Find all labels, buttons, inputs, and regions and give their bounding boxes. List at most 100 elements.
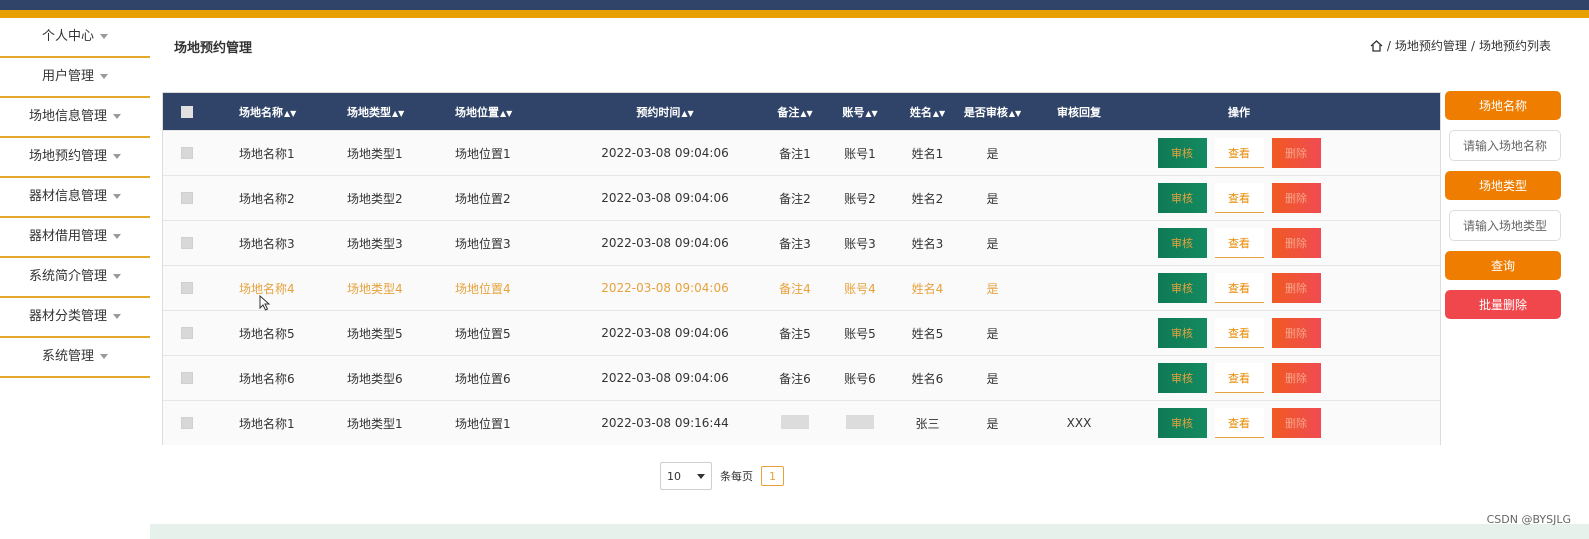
- view-button[interactable]: 查看: [1214, 273, 1264, 303]
- view-button[interactable]: 查看: [1214, 318, 1264, 348]
- delete-button[interactable]: 删除: [1271, 228, 1321, 258]
- cell-type: 场地类型5: [347, 326, 403, 341]
- row-checkbox[interactable]: [181, 282, 193, 294]
- view-button[interactable]: 查看: [1214, 363, 1264, 393]
- cell-type: 场地类型1: [347, 416, 403, 431]
- sidebar-item-equipment-info[interactable]: 器材信息管理: [0, 178, 150, 218]
- table-row: 场地名称2 场地类型2 场地位置2 2022-03-08 09:04:06 备注…: [163, 175, 1440, 220]
- row-checkbox[interactable]: [181, 327, 193, 339]
- cell-note: 备注1: [779, 146, 811, 161]
- chevron-down-icon: [113, 234, 121, 239]
- batch-delete-button[interactable]: 批量删除: [1445, 290, 1561, 319]
- row-checkbox[interactable]: [181, 417, 193, 429]
- cell-account: 账号5: [844, 326, 876, 341]
- column-header-account[interactable]: 账号▲▼: [825, 104, 895, 120]
- cell-time: 2022-03-08 09:16:44: [601, 416, 729, 430]
- query-button[interactable]: 查询: [1445, 251, 1561, 280]
- row-checkbox[interactable]: [181, 147, 193, 159]
- sort-icon: ▲▼: [284, 108, 297, 118]
- cell-account: 账号2: [844, 191, 876, 206]
- audit-button[interactable]: 审核: [1157, 318, 1207, 348]
- cell-audited: 是: [986, 191, 999, 206]
- sidebar: 个人中心 用户管理 场地信息管理 场地预约管理 器材信息管理 器材借用管理 系统…: [0, 18, 150, 378]
- cell-type: 场地类型1: [347, 146, 403, 161]
- table-row-hovered: 场地名称4 场地类型4 场地位置4 2022-03-08 09:04:06 备注…: [163, 265, 1440, 310]
- cell-time: 2022-03-08 09:04:06: [601, 281, 729, 295]
- cell-name: 场地名称2: [239, 191, 295, 206]
- column-header-ops: 操作: [1228, 105, 1250, 119]
- cell-account: 账号1: [844, 146, 876, 161]
- sidebar-item-equipment-category[interactable]: 器材分类管理: [0, 298, 150, 338]
- delete-button[interactable]: 删除: [1271, 318, 1321, 348]
- cell-name: 场地名称1: [239, 146, 295, 161]
- cell-note: 备注3: [779, 236, 811, 251]
- audit-button[interactable]: 审核: [1157, 408, 1207, 438]
- home-icon[interactable]: [1370, 39, 1383, 52]
- audit-button[interactable]: 审核: [1157, 183, 1207, 213]
- delete-button[interactable]: 删除: [1271, 363, 1321, 393]
- cell-username: 姓名4: [911, 281, 944, 296]
- delete-button[interactable]: 删除: [1271, 408, 1321, 438]
- delete-button[interactable]: 删除: [1271, 183, 1321, 213]
- audit-button[interactable]: 审核: [1157, 228, 1207, 258]
- page-number-button[interactable]: 1: [761, 466, 784, 486]
- column-header-note[interactable]: 备注▲▼: [765, 104, 825, 120]
- breadcrumb-separator: /: [1386, 38, 1391, 53]
- venue-type-label-button[interactable]: 场地类型: [1445, 171, 1561, 200]
- cell-audited: 是: [986, 281, 999, 296]
- select-all-checkbox[interactable]: [181, 105, 193, 118]
- cell-audited: 是: [986, 416, 999, 431]
- view-button[interactable]: 查看: [1214, 408, 1264, 438]
- table-header: 场地名称▲▼ 场地类型▲▼ 场地位置▲▼ 预约时间▲▼ 备注▲▼ 账号▲▼ 姓名…: [163, 93, 1440, 130]
- cell-note: 备注5: [779, 326, 811, 341]
- row-checkbox[interactable]: [181, 192, 193, 204]
- chevron-down-icon: [100, 74, 108, 79]
- cell-username: 姓名3: [911, 236, 944, 251]
- view-button[interactable]: 查看: [1214, 138, 1264, 168]
- cell-audited: 是: [986, 371, 999, 386]
- cell-name: 场地名称5: [239, 326, 295, 341]
- page-size-select[interactable]: 10: [660, 462, 712, 490]
- column-header-time[interactable]: 预约时间▲▼: [565, 104, 765, 120]
- sidebar-item-system-intro[interactable]: 系统简介管理: [0, 258, 150, 298]
- column-header-position[interactable]: 场地位置▲▼: [455, 104, 565, 120]
- cell-account-redacted: [825, 414, 895, 432]
- column-header-name[interactable]: 场地名称▲▼: [211, 104, 347, 120]
- venue-type-input[interactable]: 请输入场地类型: [1449, 210, 1561, 241]
- column-header-type[interactable]: 场地类型▲▼: [347, 104, 455, 120]
- sort-icon: ▲▼: [500, 108, 513, 118]
- audit-button[interactable]: 审核: [1157, 363, 1207, 393]
- cell-type: 场地类型3: [347, 236, 403, 251]
- column-header-audited[interactable]: 是否审核▲▼: [960, 104, 1025, 120]
- chevron-down-icon: [113, 274, 121, 279]
- sidebar-item-venue-info[interactable]: 场地信息管理: [0, 98, 150, 138]
- audit-button[interactable]: 审核: [1157, 273, 1207, 303]
- view-button[interactable]: 查看: [1214, 183, 1264, 213]
- row-checkbox[interactable]: [181, 237, 193, 249]
- cell-note: 备注2: [779, 191, 811, 206]
- venue-name-label-button[interactable]: 场地名称: [1445, 91, 1561, 120]
- delete-button[interactable]: 删除: [1271, 273, 1321, 303]
- cell-time: 2022-03-08 09:04:06: [601, 191, 729, 205]
- cell-username: 姓名1: [911, 146, 944, 161]
- breadcrumb-item-current: 场地预约列表: [1478, 39, 1551, 53]
- cell-name: 场地名称4: [239, 281, 295, 296]
- delete-button[interactable]: 删除: [1271, 138, 1321, 168]
- sidebar-item-system-management[interactable]: 系统管理: [0, 338, 150, 378]
- audit-button[interactable]: 审核: [1157, 138, 1207, 168]
- sidebar-item-personal-center[interactable]: 个人中心: [0, 18, 150, 58]
- breadcrumb-item[interactable]: 场地预约管理: [1395, 37, 1467, 54]
- cell-time: 2022-03-08 09:04:06: [601, 146, 729, 160]
- row-checkbox[interactable]: [181, 372, 193, 384]
- sidebar-item-user-management[interactable]: 用户管理: [0, 58, 150, 98]
- chevron-down-icon: [113, 114, 121, 119]
- sidebar-item-equipment-borrow[interactable]: 器材借用管理: [0, 218, 150, 258]
- cell-position: 场地位置4: [455, 281, 511, 296]
- column-header-username[interactable]: 姓名▲▼: [895, 104, 960, 120]
- sort-icon: ▲▼: [932, 108, 946, 118]
- view-button[interactable]: 查看: [1214, 228, 1264, 258]
- venue-name-input[interactable]: 请输入场地名称: [1449, 130, 1561, 161]
- footer-strip: [150, 524, 1589, 539]
- cell-audited: 是: [986, 326, 999, 341]
- sidebar-item-venue-booking[interactable]: 场地预约管理: [0, 138, 150, 178]
